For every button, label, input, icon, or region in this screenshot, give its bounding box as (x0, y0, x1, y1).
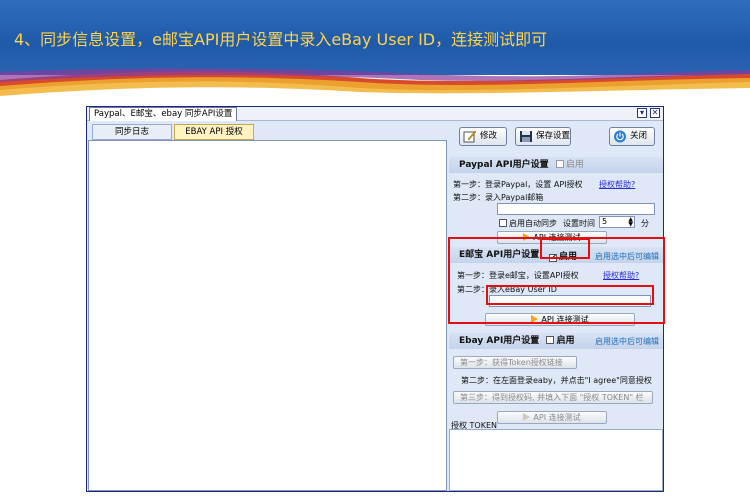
save-button[interactable]: 保存设置 (515, 127, 571, 146)
ebay-enable-checkbox[interactable]: 启用 (546, 336, 574, 346)
minimize-button[interactable]: ▾ (637, 108, 647, 118)
paypal-step1: 第一步：登录Paypal，设置 API授权 (453, 180, 583, 189)
save-label: 保存设置 (536, 131, 571, 141)
paypal-step2: 第二步：录入Paypal邮箱 (453, 193, 544, 202)
paypal-email-field[interactable] (497, 203, 655, 215)
interval-stepper[interactable]: 5 ▲ ▼ (599, 216, 635, 228)
token-textarea[interactable] (449, 429, 663, 491)
paypal-help-link[interactable]: 授权帮助? (599, 179, 635, 190)
auto-sync-checkbox[interactable]: 启用自动同步 (499, 218, 557, 229)
slide-title: 4、同步信息设置，e邮宝API用户设置中录入eBay User ID，连接测试即… (14, 30, 548, 49)
decorative-swoosh (0, 68, 750, 96)
auto-sync-label: 启用自动同步 (509, 219, 557, 228)
tab-sync-log[interactable]: 同步日志 (92, 124, 172, 140)
ebay-header-label: Ebay API用户设置 (459, 336, 540, 346)
toolbar: 修改 保存设置 关闭 (449, 123, 663, 151)
ebay-enable-label: 启用 (556, 336, 575, 346)
ebay-edit-hint: 启用选中后可编辑 (595, 337, 659, 346)
close-window-button[interactable]: ✕ (650, 108, 660, 118)
minute-label: 分 (641, 219, 649, 228)
tab-ebay-api-auth[interactable]: EBAY API 授权 (174, 124, 254, 140)
userid-highlight-box (486, 285, 654, 305)
left-tabbar: 同步日志 EBAY API 授权 (88, 123, 446, 140)
paypal-section-header: Paypal API用户设置 启用 (449, 157, 663, 173)
stepper-arrows-icon[interactable]: ▲ ▼ (628, 217, 633, 228)
paypal-enable-checkbox[interactable]: 启用 (555, 160, 584, 170)
interval-value: 5 (602, 217, 608, 226)
edit-icon (463, 130, 477, 143)
close-button[interactable]: 关闭 (609, 127, 655, 146)
get-token-link-button[interactable]: 第一步：获得Token授权链接 (453, 356, 577, 369)
ebay-api-test-button[interactable]: API 连接测试 (497, 411, 607, 424)
ebay-step2: 第二步：在左面登录eaby，并点击"I agree"同意授权 (461, 376, 652, 385)
paypal-enable-label: 启用 (565, 160, 584, 170)
save-icon (520, 131, 532, 142)
window-titlebar: Paypal、E邮宝、ebay 同步API设置 ▾ ✕ (87, 107, 663, 121)
power-icon (614, 130, 626, 143)
arrow-right-icon (523, 413, 531, 421)
window-title: Paypal、E邮宝、ebay 同步API设置 (89, 107, 238, 121)
ebay-api-test-label: API 连接测试 (533, 413, 581, 422)
interval-label: 设置时间 (563, 219, 595, 228)
enable-highlight-box (540, 238, 590, 259)
paypal-header-label: Paypal API用户设置 (459, 160, 549, 170)
browser-pane[interactable] (88, 140, 447, 491)
fill-token-button[interactable]: 第三步：得到授权码, 并填入下面 "授权 TOKEN" 栏 (453, 391, 653, 404)
edit-label: 修改 (480, 131, 498, 141)
edit-button[interactable]: 修改 (459, 127, 507, 146)
close-label: 关闭 (630, 131, 648, 141)
